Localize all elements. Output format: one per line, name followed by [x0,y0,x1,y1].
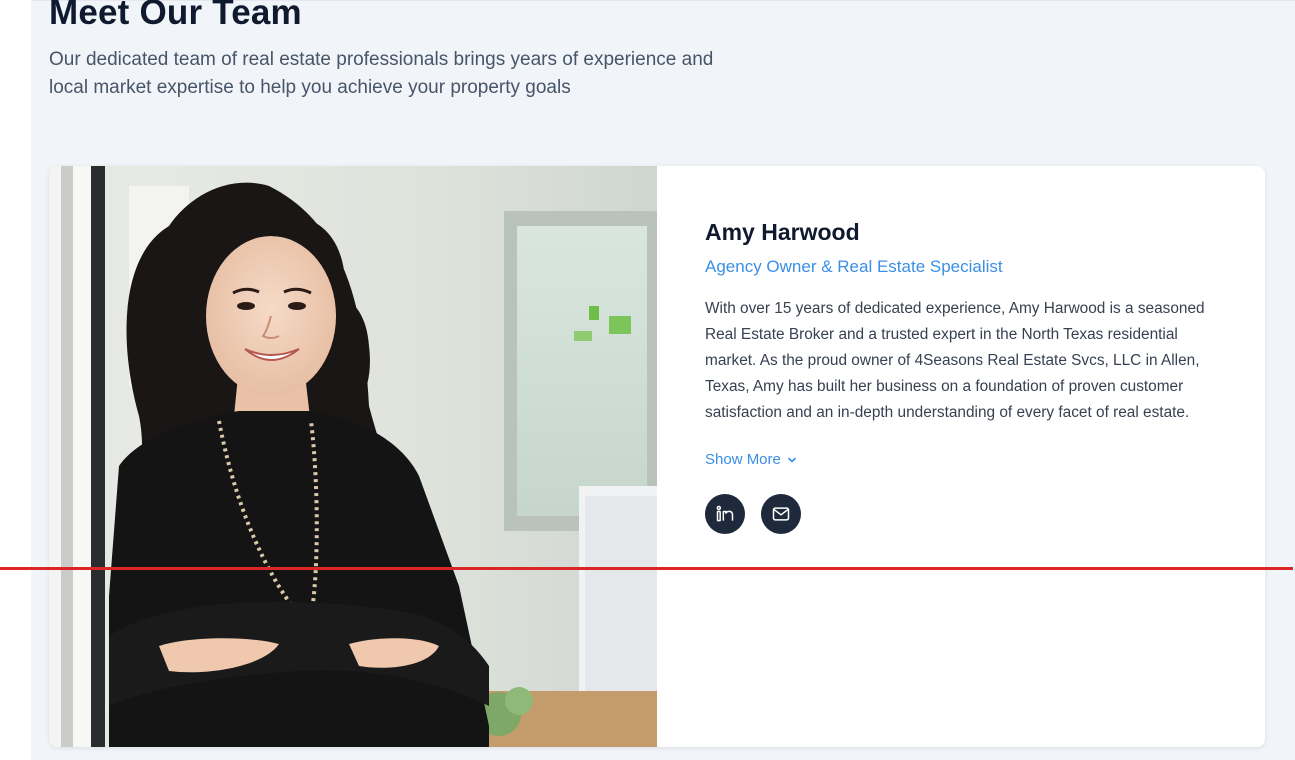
mail-icon [772,507,790,521]
social-links [705,494,1235,534]
chevron-down-icon [788,457,796,463]
section-title: Meet Our Team [49,0,302,32]
member-role: Agency Owner & Real Estate Specialist [705,257,1003,276]
member-bio: With over 15 years of dedicated experien… [705,300,1205,421]
member-info: Amy Harwood Agency Owner & Real Estate S… [705,212,1235,534]
linkedin-icon [716,505,734,522]
section-intro: Our dedicated team of real estate profes… [49,49,714,98]
show-more-label: Show More [705,451,781,468]
member-photo [49,166,657,747]
page: Meet Our Team Our dedicated team of real… [0,0,1295,760]
overlay-guide-line [0,567,1293,570]
linkedin-button[interactable] [705,494,745,534]
email-button[interactable] [761,494,801,534]
member-name: Amy Harwood [705,219,860,245]
team-member-card: Amy Harwood Agency Owner & Real Estate S… [49,166,1265,747]
show-more-button[interactable]: Show More [705,450,797,470]
